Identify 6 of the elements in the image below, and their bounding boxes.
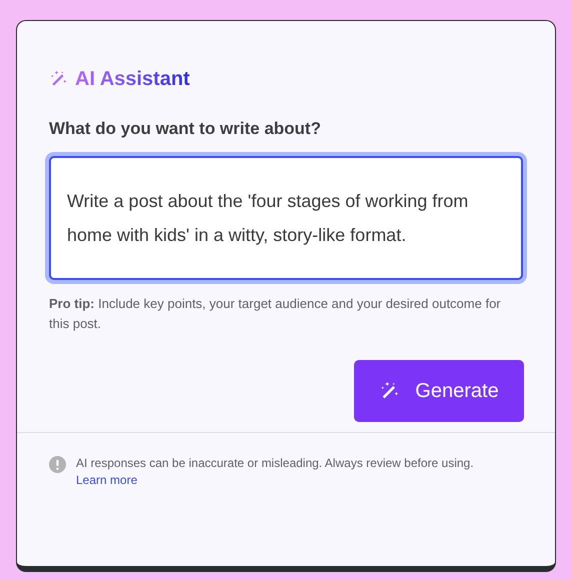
- learn-more-link[interactable]: Learn more: [76, 472, 138, 486]
- warning-icon: [49, 456, 66, 472]
- prompt-label: What do you want to write about?: [49, 118, 322, 140]
- pro-tip: Pro tip: Include key points, your target audience and your desired outcome for this post.: [49, 294, 502, 333]
- disclaimer-text: AI responses can be inaccurate or misleading. Always review before using.: [76, 456, 474, 470]
- generate-button[interactable]: Generate: [354, 360, 524, 422]
